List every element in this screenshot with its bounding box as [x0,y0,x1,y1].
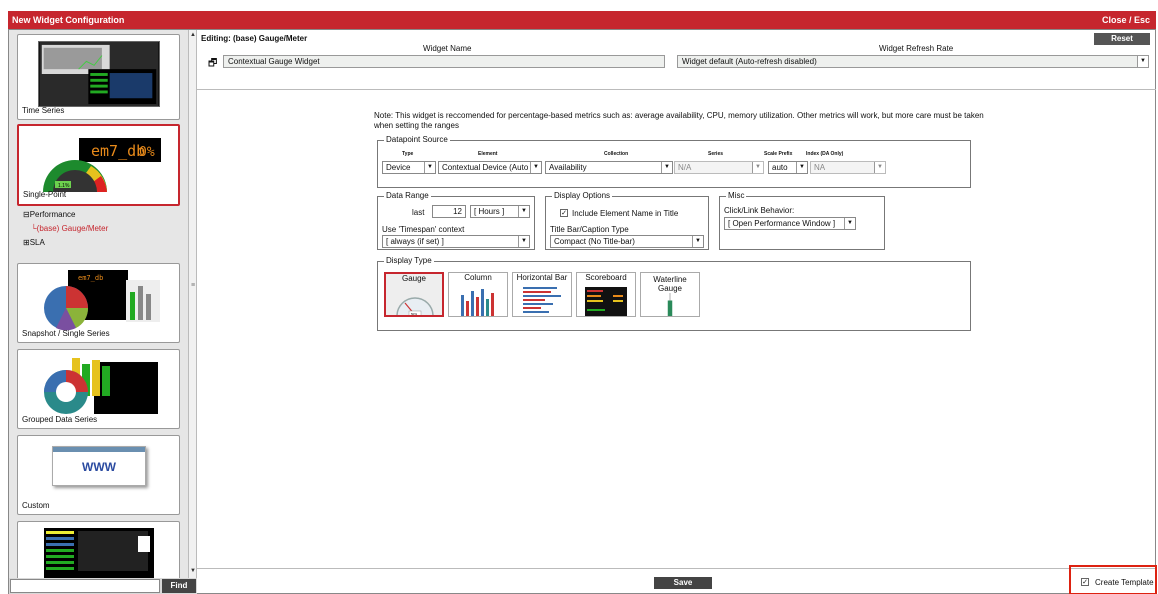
display-type-waterline-gauge[interactable]: Waterline Gauge [640,272,700,317]
card-label: Single-Point [23,190,67,199]
divider [197,89,1156,90]
chevron-down-icon: ▼ [661,162,672,173]
editor-panel: Editing: (base) Gauge/Meter Reset Widget… [197,30,1157,594]
misc-group: Misc Click/Link Behavior: [ Open Perform… [719,191,885,250]
chevron-down-icon: ▼ [530,162,541,173]
create-template-checkbox[interactable]: ✓ [1081,578,1089,586]
data-range-group: Data Range last 12 [ Hours ] ▼ Use 'Times… [377,191,535,250]
series-select[interactable]: N/A ▼ [674,161,764,174]
index-select[interactable]: NA ▼ [810,161,886,174]
footer-bar: Save ✓ Create Template [197,565,1157,594]
grouped-data-thumbnail [38,356,160,418]
tree-item-sla[interactable]: ⊞SLA [23,238,45,247]
splitter-grip-icon[interactable]: ≡ [191,282,195,289]
editing-title: Editing: (base) Gauge/Meter [201,34,308,43]
datapoint-source-group: Datapoint Source Type Element Collection… [377,135,971,188]
type-select[interactable]: Device ▼ [382,161,436,174]
snapshot-thumbnail: em7_db [38,270,160,332]
widget-card-time-series[interactable]: Time Series [17,34,180,120]
card-label: Custom [22,501,50,510]
window-title: New Widget Configuration [12,15,125,25]
widget-name-header: Widget Name [423,44,472,53]
table-thumbnail [38,528,160,578]
widget-name-input[interactable]: Contextual Gauge Widget [223,55,665,68]
find-input[interactable] [10,579,160,593]
svg-text:0%: 0% [139,145,155,160]
single-point-thumbnail: em7_db 0% 1.1% [39,132,161,192]
window-icon: 🗗 [208,58,218,69]
create-template-label: Create Template [1095,578,1154,587]
time-unit-select[interactable]: [ Hours ] ▼ [470,205,530,218]
chevron-down-icon: ▼ [874,162,885,173]
display-type-gauge[interactable]: Gauge 50% [384,272,444,317]
refresh-rate-select[interactable]: Widget default (Auto-refresh disabled) ▼ [677,55,1149,68]
widget-card-snapshot[interactable]: em7_db Snapshot / Single Series [17,263,180,343]
chevron-down-icon: ▼ [692,236,703,247]
scroll-down-icon[interactable]: ▼ [190,568,196,574]
scroll-up-icon[interactable]: ▲ [190,32,196,38]
close-button[interactable]: Close / Esc [1102,15,1150,25]
display-type-scoreboard[interactable]: Scoreboard [576,272,636,317]
chevron-down-icon: ▼ [752,162,763,173]
collection-select[interactable]: Availability ▼ [545,161,673,174]
custom-thumbnail: WWW [52,446,146,486]
refresh-rate-header: Widget Refresh Rate [879,44,954,53]
widget-config-dialog: Time Series em7_db 0% 1.1% Single-Point … [8,29,1157,594]
card-label: Snapshot / Single Series [22,329,110,338]
chevron-down-icon: ▼ [424,162,435,173]
widget-card-grouped-data-series[interactable]: Grouped Data Series [17,349,180,429]
scale-prefix-select[interactable]: auto ▼ [768,161,808,174]
card-label: Time Series [22,106,65,115]
display-type-column[interactable]: Column [448,272,508,317]
widget-card-table[interactable] [17,521,180,578]
widget-card-custom[interactable]: WWW Custom [17,435,180,515]
click-behavior-select[interactable]: [ Open Performance Window ] ▼ [724,217,856,230]
last-value-input[interactable]: 12 [432,205,466,218]
usage-note: Note: This widget is reccomended for per… [374,111,984,130]
sidebar-scrollbar[interactable]: ▲ ≡ ▼ [188,30,197,578]
tree-item-performance[interactable]: ⊟Performance [23,210,76,219]
display-type-group: Display Type Gauge 50% Column Horizontal… [377,256,971,331]
column-chart-icon [461,289,494,316]
find-button[interactable]: Find [162,579,196,593]
element-select[interactable]: Contextual Device (Auto ▼ [438,161,542,174]
display-options-group: Display Options ✓ Include Element Name i… [545,191,709,250]
horizontal-bar-icon [523,287,561,313]
widget-card-single-point[interactable]: em7_db 0% 1.1% Single-Point [17,124,180,206]
save-button[interactable]: Save [654,577,712,589]
include-element-checkbox[interactable]: ✓ [560,209,568,217]
window-titlebar: New Widget Configuration Close / Esc [8,11,1156,29]
display-type-horizontal-bar[interactable]: Horizontal Bar [512,272,572,317]
chevron-down-icon: ▼ [518,206,529,217]
chevron-down-icon: ▼ [844,218,855,229]
waterline-gauge-icon [667,293,673,316]
chevron-down-icon: ▼ [518,236,529,247]
find-bar: Find [9,578,197,594]
gauge-icon: 50% [396,297,434,316]
caption-type-select[interactable]: Compact (No Title-bar) ▼ [550,235,704,248]
time-series-thumbnail [38,41,160,107]
tree-item-base-gauge-meter[interactable]: └(base) Gauge/Meter [31,224,108,233]
card-label: Grouped Data Series [22,415,98,424]
widget-type-sidebar: Time Series em7_db 0% 1.1% Single-Point … [9,30,189,578]
svg-text:em7_db: em7_db [91,142,145,160]
svg-text:50%: 50% [411,312,417,316]
reset-button[interactable]: Reset [1094,33,1150,45]
timespan-select[interactable]: [ always (if set) ] ▼ [382,235,530,248]
chevron-down-icon: ▼ [1137,56,1148,67]
create-template-highlight: ✓ Create Template [1069,565,1157,594]
chevron-down-icon: ▼ [796,162,807,173]
svg-text:em7_db: em7_db [78,274,103,282]
scoreboard-icon [585,287,627,316]
